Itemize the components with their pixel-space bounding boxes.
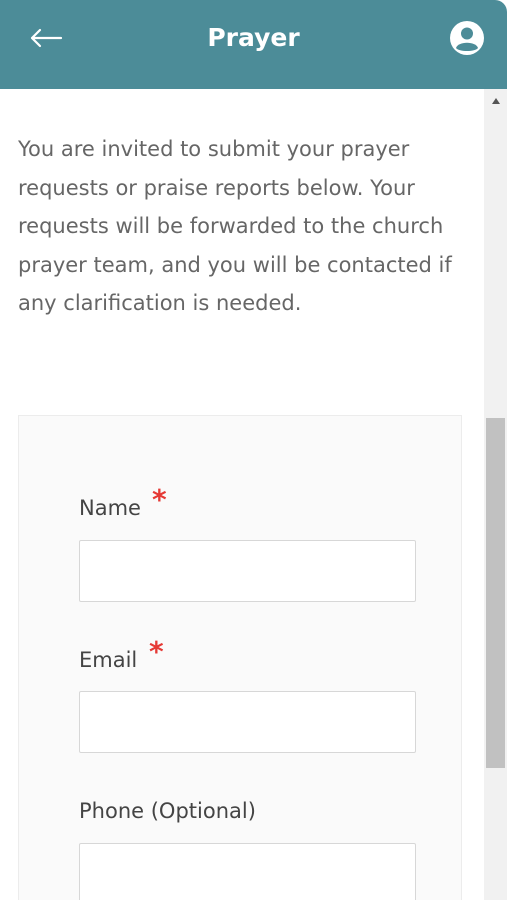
email-required-mark: * (149, 635, 164, 668)
scroll-up-button[interactable] (484, 89, 507, 113)
prayer-form: Name * Email * Phone (Optional) (18, 415, 462, 900)
email-field[interactable] (79, 691, 416, 753)
account-circle-icon (450, 21, 484, 55)
phone-field[interactable] (79, 843, 416, 900)
name-required-mark: * (152, 483, 167, 516)
scrollbar-thumb[interactable] (486, 418, 505, 768)
intro-text: You are invited to submit your prayer re… (18, 137, 452, 315)
vertical-scrollbar[interactable] (484, 89, 507, 900)
app-header: Prayer (0, 0, 507, 89)
name-label: Name (79, 496, 141, 520)
account-button[interactable] (448, 19, 486, 57)
caret-up-icon (491, 98, 500, 104)
phone-label: Phone (Optional) (79, 799, 256, 823)
email-label: Email (79, 648, 138, 672)
name-field[interactable] (79, 540, 416, 602)
page-title: Prayer (207, 23, 300, 52)
main-content: You are invited to submit your prayer re… (0, 89, 484, 900)
prayer-screen: Prayer You are invited to submit your pr… (0, 0, 507, 900)
